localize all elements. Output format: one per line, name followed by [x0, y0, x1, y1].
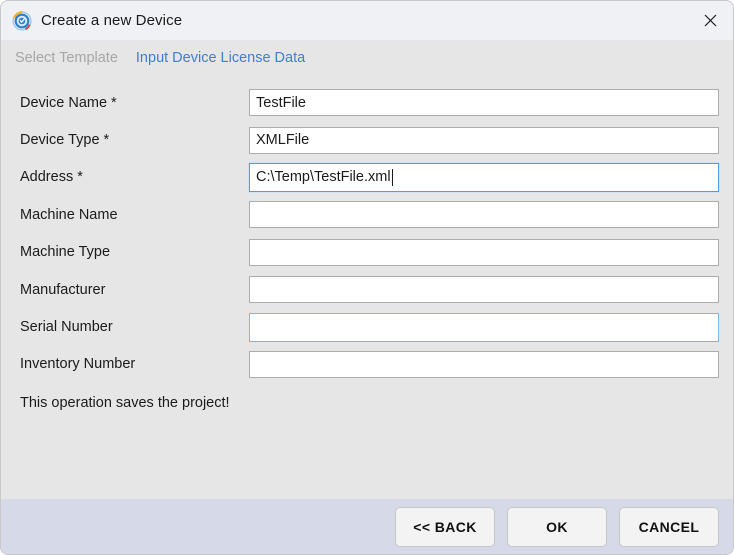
form-row-device-name: Device Name * TestFile: [1, 84, 733, 121]
input-manufacturer[interactable]: [249, 276, 719, 304]
form-row-device-type: Device Type * XMLFile: [1, 121, 733, 158]
label-machine-name: Machine Name: [20, 206, 118, 223]
form-row-serial-number: Serial Number: [1, 308, 733, 345]
input-device-type[interactable]: XMLFile: [249, 126, 719, 154]
dialog-footer: << BACK OK CANCEL: [1, 499, 733, 554]
ok-button[interactable]: OK: [507, 506, 607, 547]
form-row-machine-type: Machine Type: [1, 234, 733, 271]
back-button[interactable]: << BACK: [395, 506, 495, 547]
device-form: Device Name * TestFile Device Type * XML…: [1, 76, 733, 499]
label-machine-type: Machine Type: [20, 244, 111, 261]
form-row-inventory-number: Inventory Number: [1, 346, 733, 383]
input-device-name-value: TestFile: [256, 94, 306, 111]
close-icon[interactable]: [687, 1, 733, 40]
form-row-machine-name: Machine Name: [1, 196, 733, 233]
form-row-address: Address * C:\Temp\TestFile.xml: [1, 159, 733, 196]
text-caret: [391, 168, 394, 186]
input-device-name[interactable]: TestFile: [249, 89, 719, 117]
cancel-button[interactable]: CANCEL: [619, 506, 719, 547]
step-select-template[interactable]: Select Template: [15, 50, 118, 66]
label-serial-number: Serial Number: [20, 319, 113, 336]
input-serial-number[interactable]: [249, 312, 719, 342]
window-title: Create a new Device: [41, 12, 183, 29]
label-device-name: Device Name *: [20, 94, 117, 111]
input-inventory-number[interactable]: [249, 350, 719, 378]
save-note: This operation saves the project!: [20, 395, 230, 412]
input-address-value: C:\Temp\TestFile.xml: [256, 169, 391, 186]
label-device-type: Device Type *: [20, 132, 110, 149]
input-address[interactable]: C:\Temp\TestFile.xml: [249, 162, 719, 192]
label-inventory-number: Inventory Number: [20, 356, 136, 373]
input-device-type-value: XMLFile: [256, 132, 310, 149]
create-device-dialog: Create a new Device Select Template Inpu…: [0, 0, 734, 555]
label-manufacturer: Manufacturer: [20, 281, 106, 298]
wizard-steps: Select Template Input Device License Dat…: [1, 40, 733, 76]
input-machine-type[interactable]: [249, 238, 719, 266]
title-bar: Create a new Device: [1, 1, 733, 40]
step-input-device-license-data[interactable]: Input Device License Data: [136, 50, 305, 66]
input-machine-name[interactable]: [249, 201, 719, 229]
form-row-manufacturer: Manufacturer: [1, 271, 733, 308]
label-address: Address *: [20, 169, 83, 186]
app-badge-icon: [12, 10, 32, 31]
